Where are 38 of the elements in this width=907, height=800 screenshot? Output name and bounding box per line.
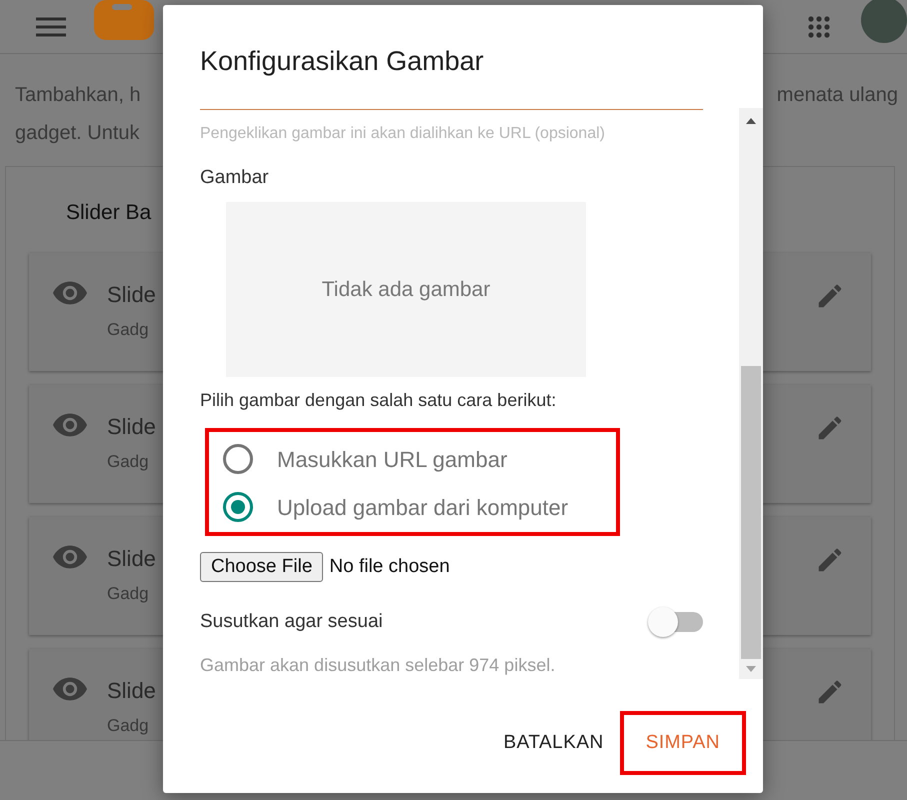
- save-button[interactable]: SIMPAN: [634, 721, 732, 765]
- intro-text: Tambahkan, h: [15, 83, 141, 108]
- menu-icon[interactable]: [36, 16, 66, 36]
- helper-text: Pengeklikan gambar ini akan dialihkan ke URL (opsional): [200, 124, 606, 144]
- dialog-title: Konfigurasikan Gambar: [200, 46, 484, 76]
- gadget-subtitle: Gadg: [107, 715, 149, 737]
- radio-label[interactable]: Upload gambar dari komputer: [277, 490, 568, 524]
- gadget-title: Slide: [107, 413, 156, 441]
- scrollbar[interactable]: [739, 108, 763, 679]
- choose-file-button[interactable]: Choose File: [200, 552, 324, 582]
- gadget-subtitle: Gadg: [107, 319, 149, 341]
- shrink-label: Susutkan agar sesuai: [200, 610, 383, 634]
- gadget-subtitle: Gadg: [107, 451, 149, 473]
- radio-label[interactable]: Masukkan URL gambar: [277, 442, 508, 476]
- gadget-title: Slide: [107, 281, 156, 309]
- shrink-helper: Gambar akan disusutkan selebar 974 piksel.: [200, 654, 556, 677]
- eye-icon[interactable]: [53, 545, 87, 569]
- intro-text: menata ulang: [776, 83, 898, 108]
- panel-title: Slider Ba: [66, 201, 152, 224]
- apps-icon[interactable]: [807, 14, 831, 38]
- intro-text: gadget. Untuk: [15, 122, 140, 144]
- eye-icon[interactable]: [53, 281, 87, 305]
- prompt-text: Pilih gambar dengan salah satu cara berikut:: [200, 389, 558, 412]
- cancel-button[interactable]: BATALKAN: [491, 721, 616, 765]
- image-label: Gambar: [200, 166, 270, 190]
- gadget-title: Slide: [107, 677, 156, 705]
- avatar[interactable]: [861, 0, 907, 42]
- scroll-down-icon[interactable]: [746, 666, 756, 672]
- radio-button[interactable]: [223, 444, 253, 474]
- radio-button[interactable]: [223, 492, 253, 522]
- gadget-subtitle: Gadg: [107, 583, 149, 605]
- empty-image-text: Tidak ada gambar: [322, 277, 490, 304]
- file-status: No file chosen: [329, 554, 450, 579]
- eye-icon[interactable]: [53, 677, 87, 701]
- gadget-title: Slide: [107, 545, 156, 573]
- scroll-up-icon[interactable]: [746, 118, 756, 124]
- eye-icon[interactable]: [53, 413, 87, 437]
- toggle-switch[interactable]: [647, 606, 705, 638]
